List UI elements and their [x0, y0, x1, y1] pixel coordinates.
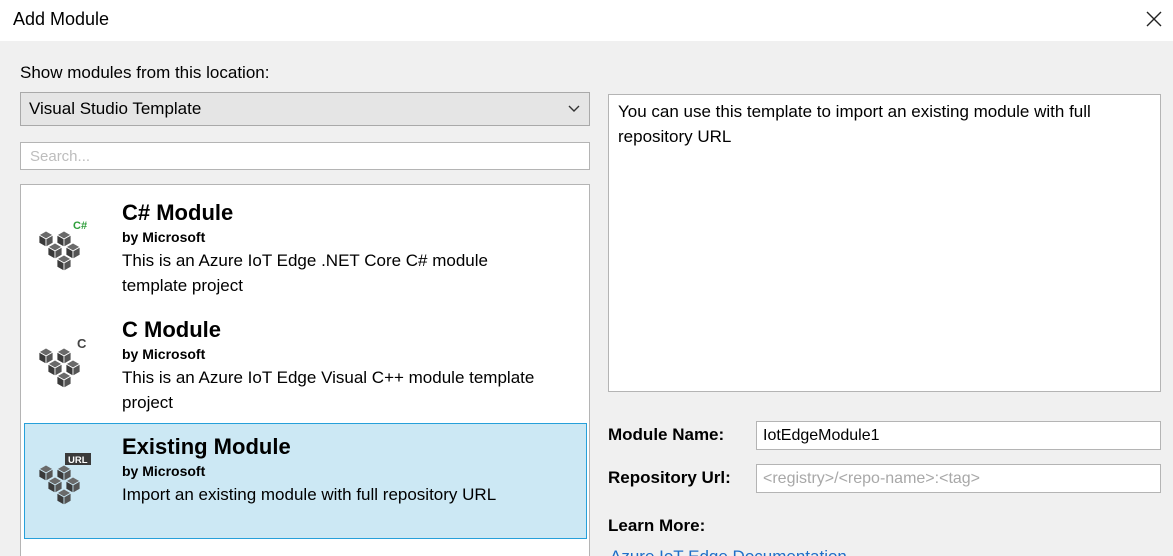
title-bar: Add Module	[0, 0, 1173, 41]
c-badge-label: C	[77, 336, 87, 351]
template-description-text: You can use this template to import an e…	[618, 102, 1091, 146]
module-name-input[interactable]	[756, 421, 1161, 450]
location-selected-value: Visual Studio Template	[29, 99, 202, 118]
module-name-label: Module Name:	[608, 425, 725, 444]
close-button[interactable]	[1143, 8, 1165, 30]
existing-module-icon: URL	[38, 453, 91, 506]
module-list: C# C# Module by Microsoft This is an Azu…	[20, 184, 590, 556]
location-dropdown[interactable]: Visual Studio Template	[20, 92, 590, 126]
c-module-icon: C	[38, 336, 87, 389]
module-name: C# Module	[122, 200, 234, 225]
module-author: by Microsoft	[122, 463, 206, 479]
url-badge-label: URL	[68, 455, 88, 466]
module-name: Existing Module	[122, 434, 291, 459]
module-item-existing[interactable]: URL Existing Module by Microsoft Import …	[24, 423, 587, 539]
module-item-csharp[interactable]: C# C# Module by Microsoft This is an Azu…	[24, 189, 587, 305]
module-description: This is an Azure IoT Edge Visual C++ mod…	[122, 368, 535, 412]
module-author: by Microsoft	[122, 346, 206, 362]
window-title: Add Module	[13, 9, 110, 29]
close-icon	[1146, 11, 1162, 27]
template-description-panel: You can use this template to import an e…	[608, 94, 1161, 392]
learn-more-label: Learn More:	[608, 516, 706, 535]
csharp-badge-label: C#	[73, 220, 87, 232]
repository-url-input[interactable]	[756, 464, 1161, 493]
module-description: This is an Azure IoT Edge .NET Core C# m…	[122, 251, 488, 295]
module-description: Import an existing module with full repo…	[122, 485, 497, 504]
documentation-link[interactable]: Azure IoT Edge Documentation	[610, 547, 847, 556]
module-author: by Microsoft	[122, 229, 206, 245]
search-input[interactable]	[20, 142, 590, 170]
csharp-module-icon: C#	[38, 220, 87, 272]
chevron-down-icon	[568, 105, 580, 112]
module-item-c[interactable]: C C Module by Microsoft This is an Azure…	[24, 306, 587, 422]
location-label: Show modules from this location:	[20, 63, 270, 82]
repository-url-label: Repository Url:	[608, 468, 731, 487]
module-name: C Module	[122, 317, 221, 342]
